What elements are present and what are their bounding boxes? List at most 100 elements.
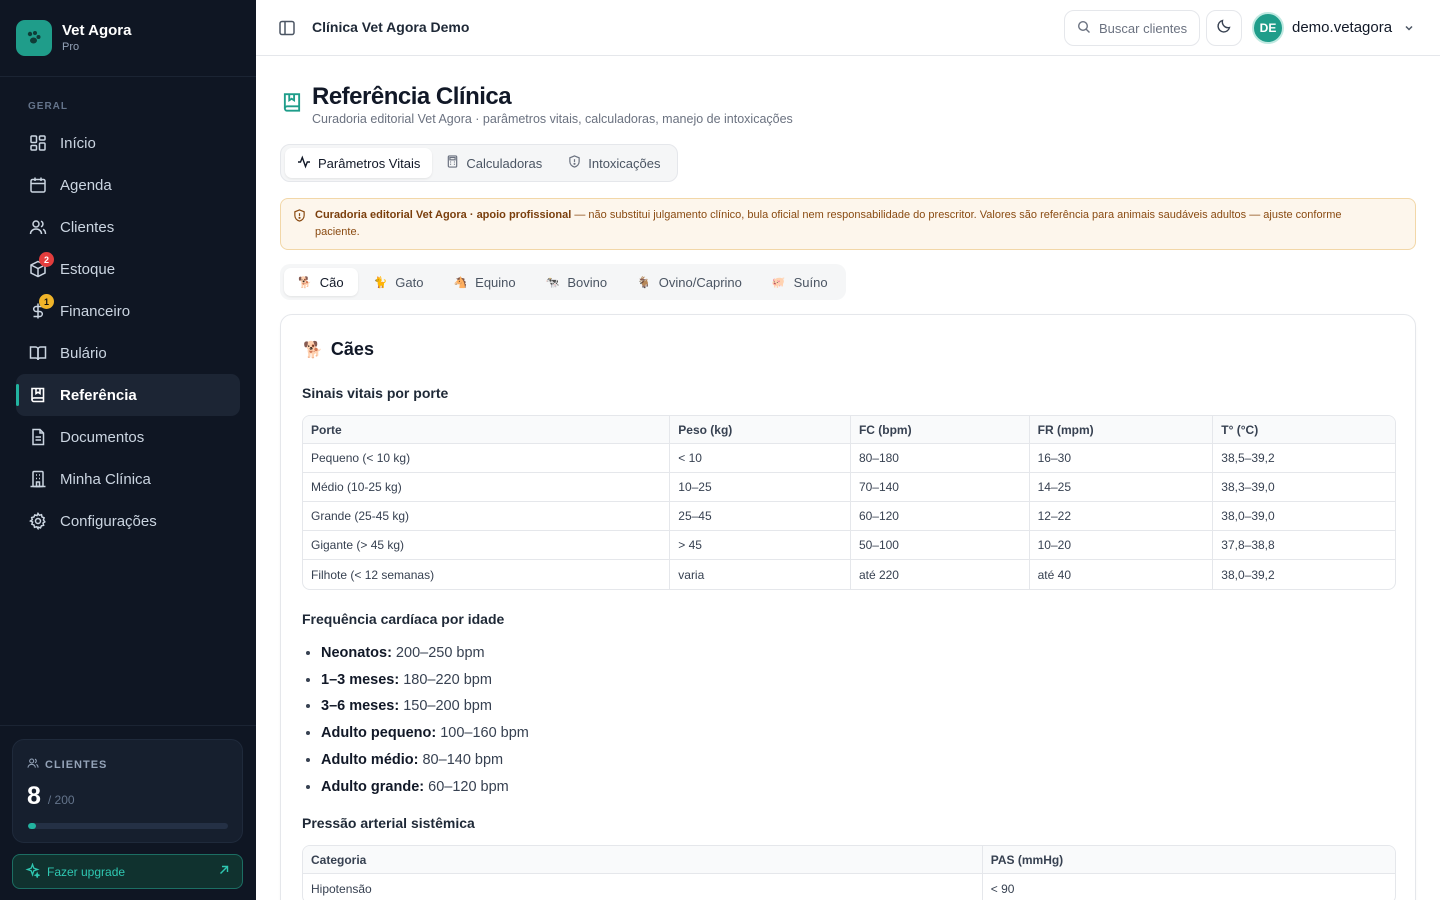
tab-intoxicacoes[interactable]: Intoxicações — [556, 148, 672, 178]
species-tab-bovino[interactable]: 🐄 Bovino — [532, 268, 621, 296]
list-item-value: 80–140 bpm — [418, 751, 504, 768]
reference-tabs: Parâmetros Vitais Calculadoras Intoxicaç… — [280, 144, 678, 182]
dog-icon: 🐕 — [298, 275, 312, 289]
table-cell: 12–22 — [1028, 502, 1213, 531]
clients-progress-fill — [28, 823, 36, 829]
table-cell: 60–120 — [849, 502, 1029, 531]
clients-progress-bar — [28, 823, 228, 829]
brand[interactable]: Vet Agora Pro — [0, 0, 256, 77]
sidebar-toggle-icon[interactable] — [278, 19, 296, 42]
table-cell: < 90 — [981, 874, 1395, 900]
tab-parametros-vitais[interactable]: Parâmetros Vitais — [285, 148, 433, 178]
sidebar-item-bulario[interactable]: Bulário — [16, 332, 240, 374]
list-item: 3–6 meses: 150–200 bpm — [321, 693, 529, 720]
list-item-value: 150–200 bpm — [399, 698, 492, 715]
main-content: Referência Clínica Curadoria editorial V… — [256, 56, 1440, 900]
users-icon — [27, 757, 39, 772]
sidebar-item-referencia[interactable]: Referência — [16, 374, 240, 416]
vitals-heading: Sinais vitais por porte — [302, 385, 449, 401]
list-item-label: Adulto grande: — [321, 778, 425, 795]
list-item-value: 180–220 bpm — [399, 671, 492, 688]
sidebar-item-label: Estoque — [60, 260, 116, 278]
table-cell: 38,0–39,2 — [1212, 560, 1395, 589]
tab-calculadoras[interactable]: Calculadoras — [434, 148, 554, 178]
species-label: Suíno — [793, 274, 828, 290]
search-icon — [1077, 20, 1091, 37]
calendar-icon — [29, 176, 47, 194]
sidebar-item-minha-clinica[interactable]: Minha Clínica — [16, 458, 240, 500]
tab-label: Calculadoras — [466, 155, 543, 171]
column-header: FR (mpm) — [1028, 416, 1213, 444]
table-cell: Gigante (> 45 kg) — [303, 531, 670, 560]
user-name[interactable]: demo.vetagora — [1292, 19, 1392, 36]
notification-badge: 1 — [39, 294, 54, 309]
sidebar-item-financeiro[interactable]: 1 Financeiro — [16, 290, 240, 332]
sidebar-item-documentos[interactable]: Documentos — [16, 416, 240, 458]
chevron-down-icon[interactable] — [1403, 21, 1415, 39]
list-item-label: Adulto pequeno: — [321, 725, 437, 742]
list-item: Neonatos: 200–250 bpm — [321, 640, 529, 667]
notice-bold: Curadoria editorial Vet Agora · apoio pr… — [315, 209, 572, 221]
dollar-icon: 1 — [29, 294, 54, 320]
avatar[interactable]: DE — [1252, 12, 1284, 44]
sidebar-item-label: Financeiro — [60, 302, 131, 320]
column-header: PAS (mmHg) — [981, 846, 1395, 874]
table-cell: Hipotensão — [311, 881, 372, 896]
dog-icon: 🐕 — [303, 340, 323, 359]
building-icon — [29, 470, 47, 488]
table-row: Médio (10-25 kg) 10–25 70–140 14–25 38,3–39,… — [303, 473, 1395, 502]
column-header: T° (°C) — [1212, 416, 1395, 444]
list-item: Adulto grande: 60–120 bpm — [321, 774, 529, 801]
species-tab-suino[interactable]: 🐖 Suíno — [758, 268, 842, 296]
vitals-table: Porte Peso (kg) FC (bpm) FR (mpm) T° (°C) Pe… — [302, 415, 1396, 590]
species-label: Gato — [395, 274, 424, 290]
moon-icon — [1216, 18, 1232, 39]
species-tab-gato[interactable]: 🐈 Gato — [360, 268, 438, 296]
species-label: Equino — [475, 274, 516, 290]
card-title: 🐕 Cães — [303, 339, 374, 360]
table-cell: 10–25 — [669, 473, 850, 502]
list-item: 1–3 meses: 180–220 bpm — [321, 667, 529, 694]
pressure-table: Categoria PAS (mmHg) Hipotensão < 90 — [302, 845, 1396, 900]
list-item-value: 200–250 bpm — [391, 645, 485, 661]
upgrade-label: Fazer upgrade — [47, 864, 126, 879]
column-header: FC (bpm) — [849, 416, 1029, 444]
tab-label: Parâmetros Vitais — [318, 155, 421, 171]
table-cell: Filhote (< 12 semanas) — [311, 567, 435, 582]
pig-icon: 🐖 — [771, 275, 786, 289]
table-cell: 80–180 — [849, 444, 1029, 473]
card-title-text: Cães — [330, 339, 374, 359]
table-cell: 16–30 — [1028, 444, 1213, 473]
grid-icon — [29, 134, 47, 152]
sidebar-item-clientes[interactable]: Clientes — [16, 206, 240, 248]
table-cell: 38,0–39,0 — [1212, 502, 1395, 531]
sidebar-nav: Início Agenda Clientes 2 Estoque 1 Finan… — [16, 122, 240, 542]
table-cell: 25–45 — [669, 502, 850, 531]
table-row: Gigante (> 45 kg) > 45 50–100 10–20 37,8–38,… — [303, 531, 1395, 560]
bookmark-book-icon — [282, 92, 302, 119]
table-cell: 37,8–38,8 — [1212, 531, 1395, 560]
disclaimer-notice: Curadoria editorial Vet Agora · apoio pr… — [280, 198, 1416, 250]
species-tab-cao[interactable]: 🐕 Cão — [284, 268, 358, 296]
upgrade-button[interactable]: Fazer upgrade — [12, 854, 243, 889]
sidebar: Vet Agora Pro GERAL Início Agenda Client… — [0, 0, 256, 900]
species-tab-ovino-caprino[interactable]: 🐐 Ovino/Caprino — [623, 268, 756, 296]
sidebar-item-estoque[interactable]: 2 Estoque — [16, 248, 240, 290]
sidebar-item-inicio[interactable]: Início — [16, 122, 240, 164]
list-item-value: 60–120 bpm — [424, 778, 509, 795]
sidebar-item-label: Minha Clínica — [60, 470, 151, 488]
species-label: Bovino — [567, 274, 608, 290]
sidebar-item-configuracoes[interactable]: Configurações — [16, 500, 240, 542]
book-open-icon — [29, 344, 47, 362]
sidebar-item-agenda[interactable]: Agenda — [16, 164, 240, 206]
goat-icon: 🐐 — [637, 275, 651, 289]
table-cell: varia — [669, 560, 850, 589]
clients-usage-card: CLIENTES 8 / 200 — [12, 739, 243, 843]
species-tab-equino[interactable]: 🐴 Equino — [439, 268, 529, 296]
theme-toggle-button[interactable] — [1206, 10, 1242, 46]
species-label: Ovino/Caprino — [658, 274, 742, 290]
list-item: Adulto pequeno: 100–160 bpm — [321, 720, 529, 747]
page-title: Referência Clínica — [312, 83, 512, 110]
list-item-label: 1–3 meses: — [321, 671, 400, 688]
search-button[interactable]: Buscar clientes — [1064, 10, 1200, 46]
